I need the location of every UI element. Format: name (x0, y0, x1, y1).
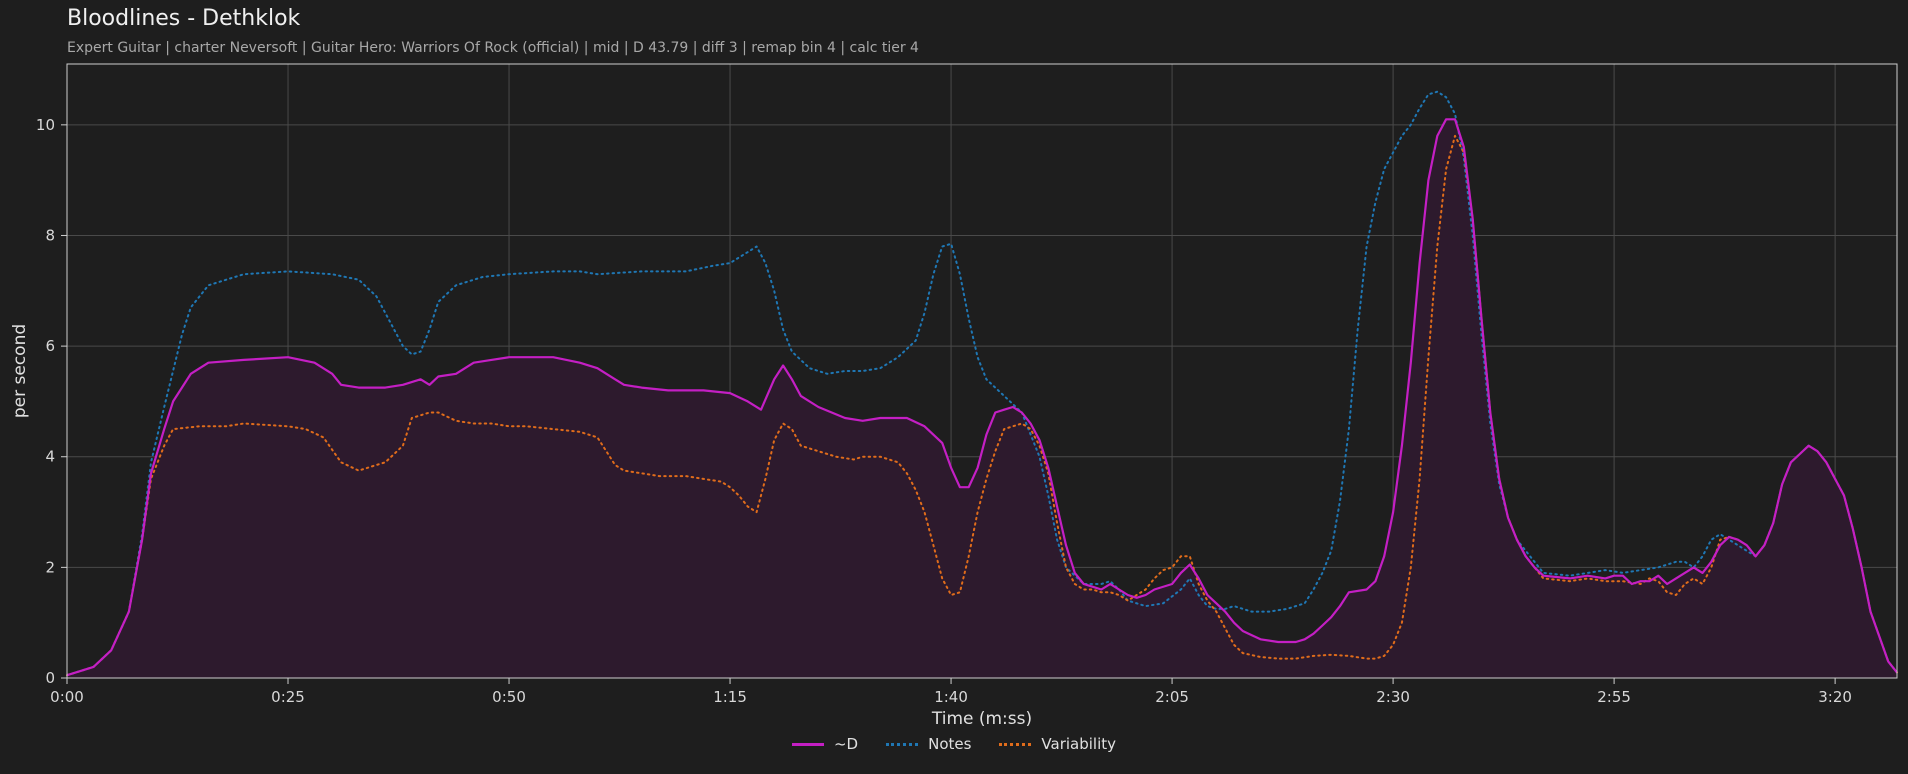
legend-label-notes: Notes (928, 735, 972, 753)
x-axis: 0:00 0:25 0:50 1:15 1:40 2:05 2:30 2:55 3:20 (50, 678, 1852, 706)
y-tick-label: 6 (45, 337, 55, 355)
legend-swatch-notes (886, 742, 919, 746)
x-tick-label: 1:15 (713, 688, 747, 706)
x-tick-label: 3:20 (1818, 688, 1852, 706)
x-tick-label: 2:55 (1597, 688, 1631, 706)
x-tick-label: 2:05 (1155, 688, 1189, 706)
y-tick-label: 8 (45, 226, 55, 244)
legend-label-d: ~D (833, 735, 859, 753)
legend-item-variability: Variability (999, 735, 1116, 753)
difficulty-area-fill (67, 119, 1897, 679)
x-tick-label: 1:40 (934, 688, 968, 706)
y-axis: 0 2 4 6 8 10 (36, 116, 67, 687)
x-tick-label: 0:50 (492, 688, 526, 706)
x-tick-label: 0:00 (50, 688, 84, 706)
y-tick-label: 0 (45, 669, 55, 687)
legend-item-d: ~D (791, 735, 859, 753)
chart-area: 0:00 0:25 0:50 1:15 1:40 2:05 2:30 2:55 3:20 0 2 4… (10, 63, 1898, 729)
legend-label-variability: Variability (1041, 735, 1117, 753)
y-tick-label: 4 (45, 448, 55, 466)
y-tick-label: 10 (36, 116, 55, 134)
legend-swatch-variability (999, 742, 1032, 746)
area-fill (67, 119, 1897, 679)
legend-item-notes: Notes (886, 735, 971, 753)
x-tick-label: 0:25 (271, 688, 305, 706)
x-tick-label: 2:30 (1376, 688, 1410, 706)
x-axis-label: Time (m:ss) (931, 709, 1032, 729)
y-axis-label: per second (10, 324, 30, 418)
y-tick-label: 2 (45, 558, 55, 576)
legend: ~D Notes Variability (0, 735, 1908, 753)
legend-swatch-d (791, 742, 824, 746)
